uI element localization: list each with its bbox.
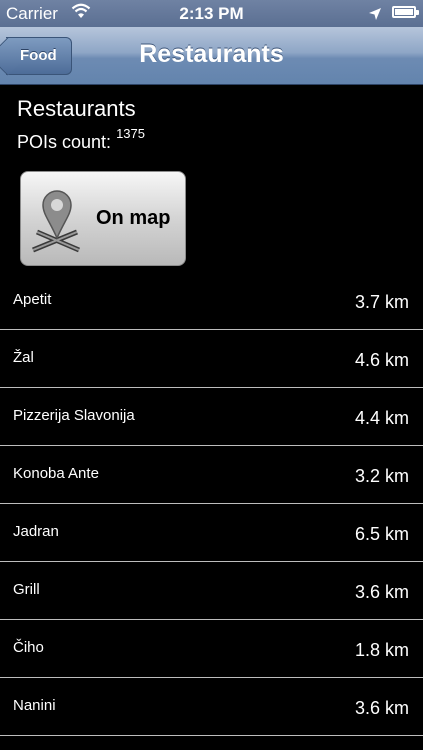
list-item[interactable]: Čiho 1.8 km: [0, 620, 423, 678]
restaurant-name: Jadran: [13, 523, 59, 540]
poi-count-label: POIs count:: [17, 132, 112, 152]
restaurant-name: Čiho: [13, 639, 44, 656]
list-item[interactable]: Nanini 3.6 km: [0, 678, 423, 736]
location-arrow-icon: [368, 6, 382, 26]
restaurant-name: Pizzerija Slavonija: [13, 407, 135, 424]
clock: 2:13 PM: [179, 4, 244, 23]
restaurant-distance: 4.4 km: [354, 408, 409, 428]
restaurant-list: Apetit 3.7 km Žal 4.6 km Pizzerija Slavo…: [0, 272, 423, 736]
on-map-button[interactable]: On map: [20, 171, 186, 266]
list-item[interactable]: Konoba Ante 3.2 km: [0, 446, 423, 504]
status-bar: Carrier 2:13 PM: [0, 0, 423, 27]
restaurant-distance: 3.6 km: [354, 582, 409, 602]
restaurant-name: Apetit: [13, 291, 52, 308]
restaurant-name: Grill: [13, 581, 40, 598]
restaurant-name: Žal: [13, 349, 34, 366]
restaurant-distance: 3.6 km: [354, 698, 409, 718]
map-pin-icon: [27, 186, 85, 261]
page-title: Restaurants: [17, 96, 136, 121]
restaurant-name: Nanini: [13, 697, 56, 714]
poi-count-value: 1375: [116, 126, 145, 141]
poi-count-row: POIs count: 1375: [17, 126, 145, 153]
navigation-bar: Food Restaurants: [0, 27, 423, 85]
list-item[interactable]: Jadran 6.5 km: [0, 504, 423, 562]
restaurant-distance: 6.5 km: [354, 524, 409, 544]
nav-title: Restaurants: [139, 40, 284, 68]
list-item[interactable]: Žal 4.6 km: [0, 330, 423, 388]
restaurant-distance: 4.6 km: [354, 350, 409, 370]
restaurant-distance: 3.7 km: [354, 292, 409, 312]
on-map-label: On map: [96, 207, 171, 229]
list-item[interactable]: Pizzerija Slavonija 4.4 km: [0, 388, 423, 446]
restaurant-distance: 1.8 km: [354, 640, 409, 660]
restaurant-name: Konoba Ante: [13, 465, 99, 482]
battery-icon: [392, 6, 419, 18]
list-item[interactable]: Apetit 3.7 km: [0, 272, 423, 330]
list-item[interactable]: Grill 3.6 km: [0, 562, 423, 620]
restaurant-distance: 3.2 km: [354, 466, 409, 486]
